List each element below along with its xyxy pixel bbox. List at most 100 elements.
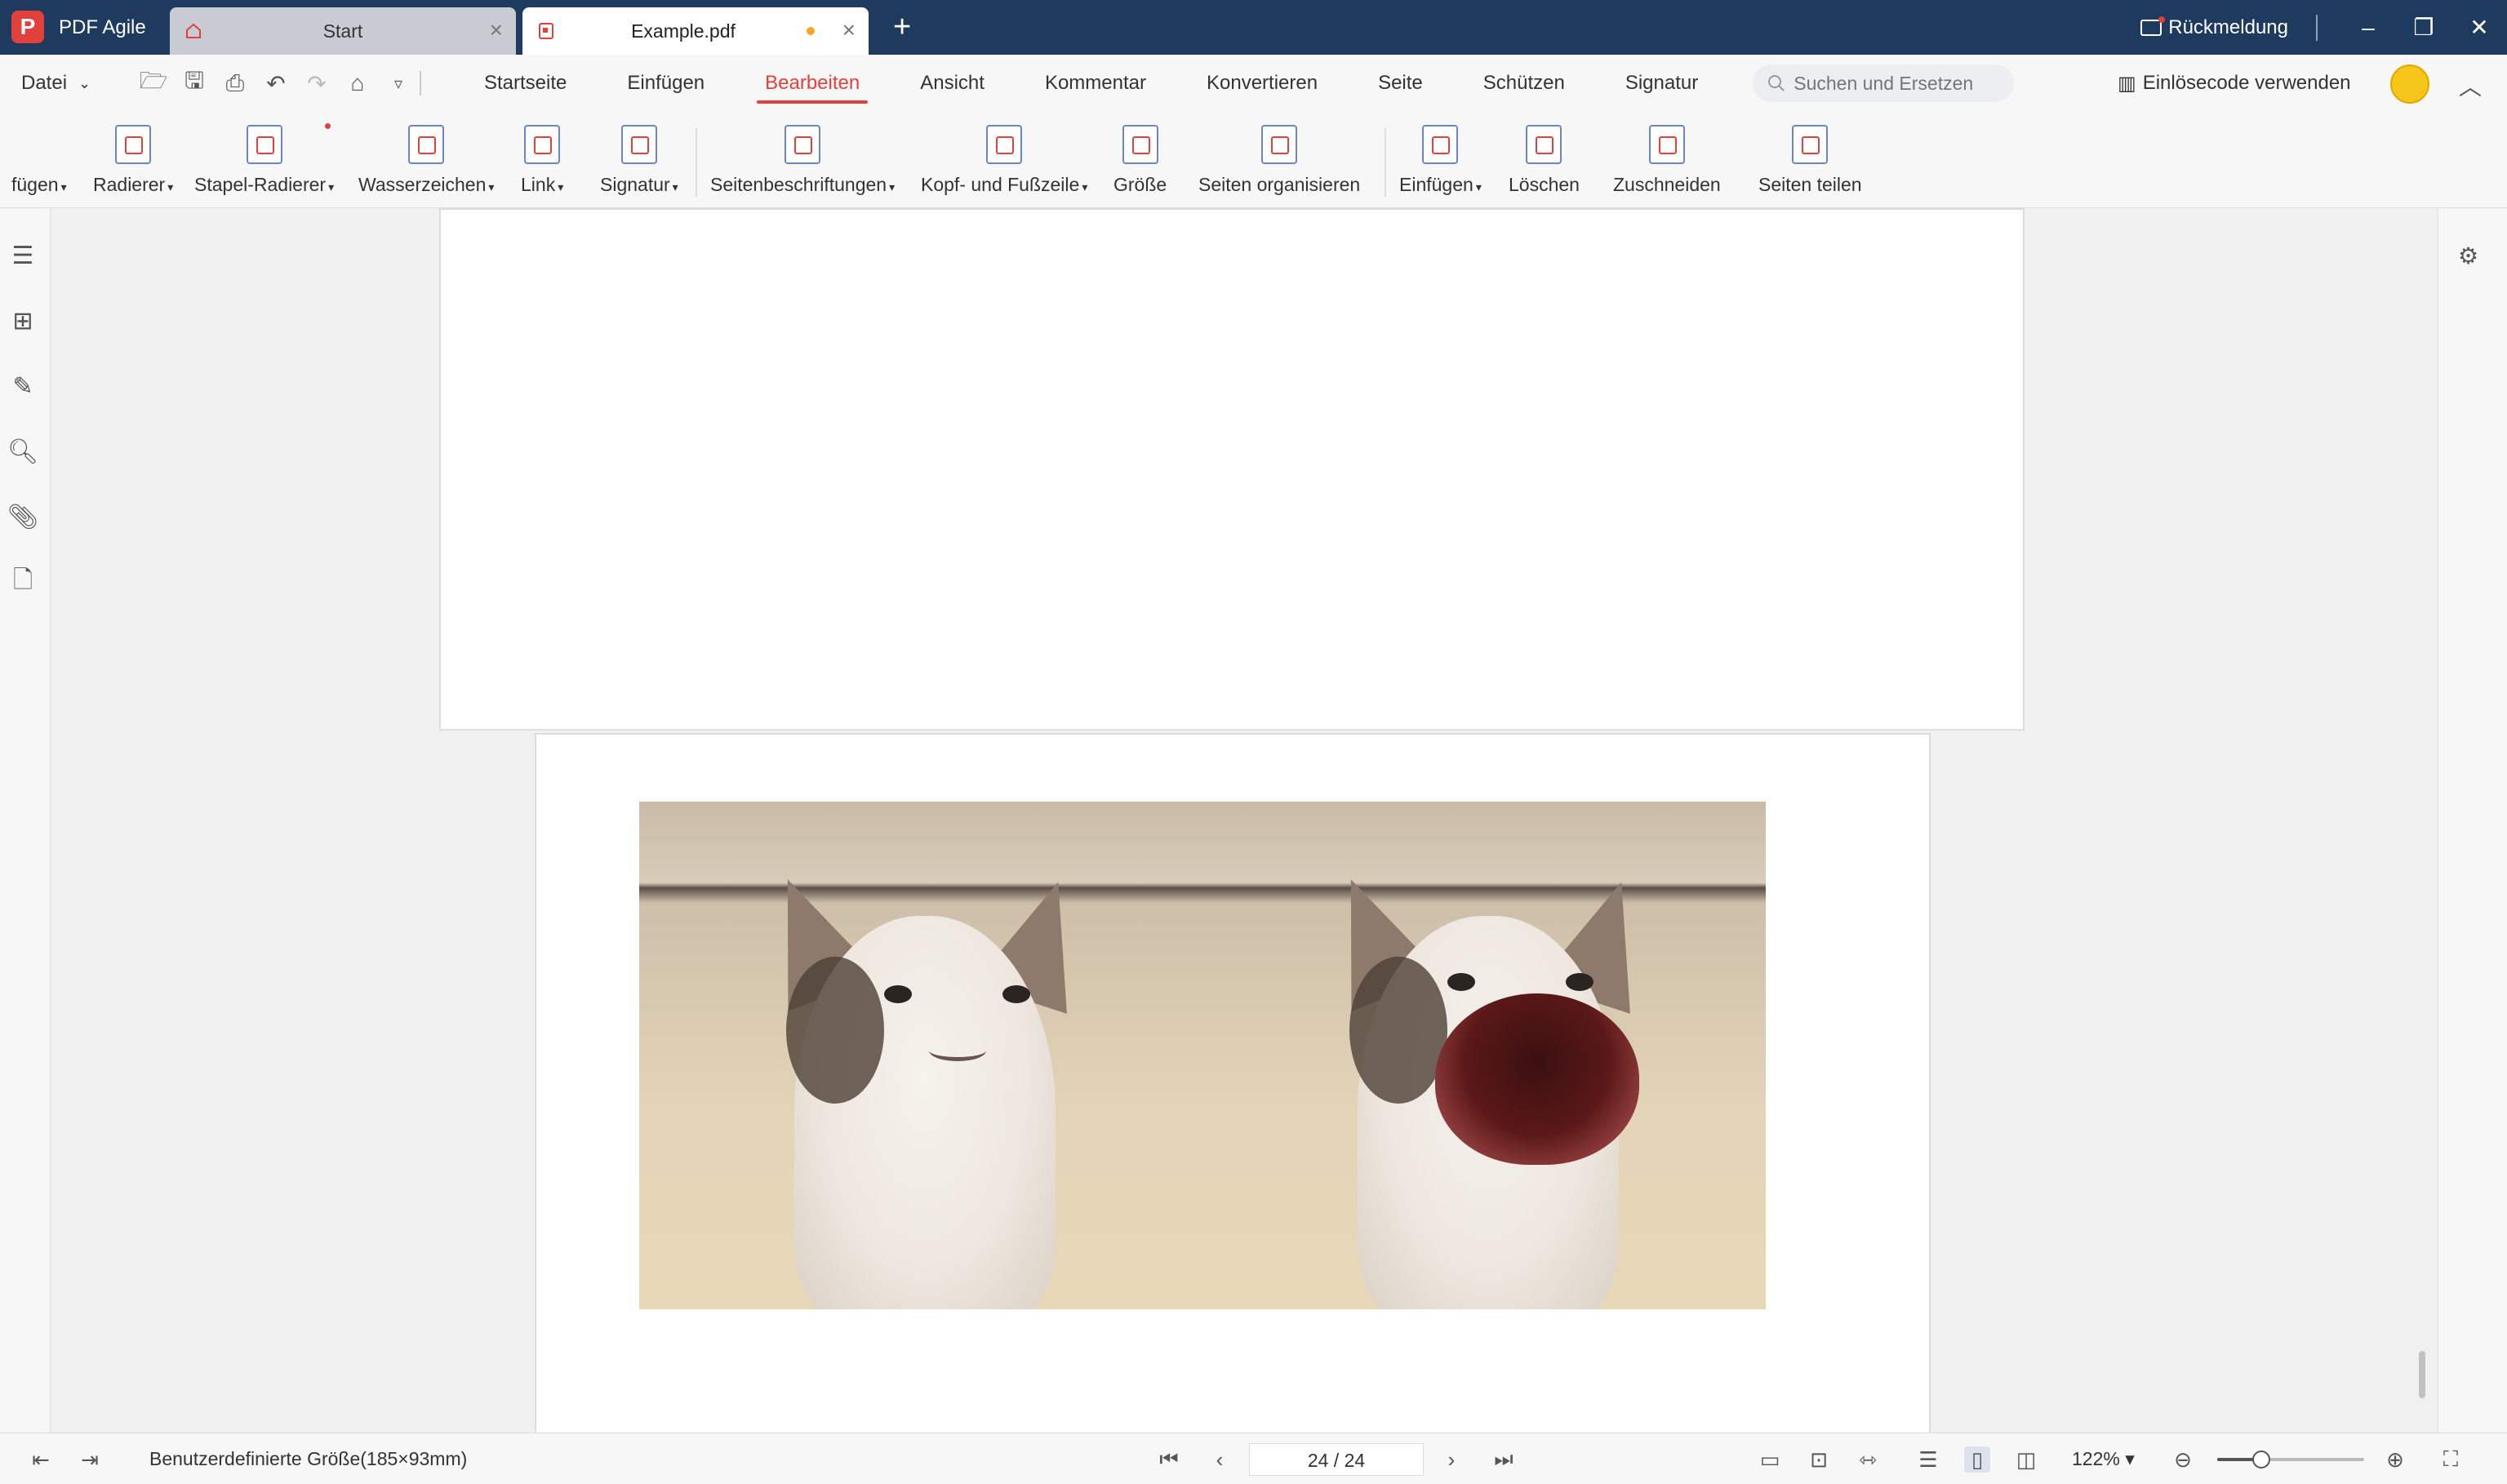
ribbon-signatur[interactable]: Signatur ▾ xyxy=(600,112,678,208)
split-pages-icon xyxy=(1792,125,1829,164)
tab-start[interactable]: Start × xyxy=(170,7,516,55)
first-page-icon[interactable]: ⏮︎ xyxy=(1156,1446,1182,1473)
caret-down-icon: ▾ xyxy=(60,180,67,193)
single-page-view-icon[interactable]: ▯ xyxy=(1964,1446,1990,1473)
page-size-icon xyxy=(1122,125,1158,164)
app-logo-icon: P xyxy=(11,11,44,43)
thumbnails-icon[interactable]: ⊞ xyxy=(8,306,38,335)
signature-pen-icon[interactable]: ✎ xyxy=(8,371,38,401)
search-icon[interactable]: 🔍︎ xyxy=(7,437,38,466)
ribbon-label: Radierer xyxy=(93,174,166,195)
customize-icon[interactable]: ▿ xyxy=(385,70,411,96)
zoom-out-icon[interactable]: ⊖ xyxy=(2170,1446,2196,1473)
open-folder-icon[interactable]: 🗁 xyxy=(140,68,168,96)
zoom-in-icon[interactable]: ⊕ xyxy=(2382,1446,2408,1473)
page-history-icon[interactable]: 🗋 xyxy=(8,566,38,597)
ribbon-label: Größe xyxy=(1113,174,1167,195)
ribbon-link[interactable]: Link ▾ xyxy=(521,112,563,208)
save-icon[interactable]: 🖫 xyxy=(181,68,207,96)
ribbon-seitenbeschriftungen[interactable]: Seitenbeschriftungen ▾ xyxy=(710,112,895,208)
left-sidebar: ☰ ⊞ ✎ 🔍︎ 📎︎ 🗋 xyxy=(0,208,51,1433)
tab-label: Start xyxy=(322,20,363,42)
zoom-level[interactable]: 122% ▾ xyxy=(2072,1448,2135,1470)
menu-startseite[interactable]: Startseite xyxy=(484,55,567,112)
eraser-icon xyxy=(115,125,152,164)
zoom-slider[interactable] xyxy=(2217,1451,2364,1468)
menu-konvertieren[interactable]: Konvertieren xyxy=(1207,55,1318,112)
ribbon-zuschneiden[interactable]: Zuschneiden xyxy=(1613,112,1721,208)
page-number-input[interactable]: 24 / 24 xyxy=(1249,1443,1424,1476)
home-icon[interactable]: ⌂ xyxy=(344,70,371,96)
status-bar: ⇤ ⇥ Benutzerdefinierte Größe(185×93mm) ⏮… xyxy=(0,1433,2507,1484)
page-labels-icon xyxy=(785,125,821,164)
close-window-button[interactable]: ✕ xyxy=(2451,14,2507,41)
menu-kommentar[interactable]: Kommentar xyxy=(1045,55,1146,112)
ribbon-fuegen[interactable]: fügen ▾ xyxy=(11,112,67,208)
undo-icon[interactable]: ↶ xyxy=(263,70,289,96)
fullscreen-icon[interactable]: ⛶ xyxy=(2438,1446,2464,1473)
ribbon-wasserzeichen[interactable]: Wasserzeichen ▾ xyxy=(358,112,494,208)
header-footer-icon xyxy=(986,125,1023,164)
caret-down-icon: ▾ xyxy=(672,180,678,193)
menu-seite[interactable]: Seite xyxy=(1378,55,1423,112)
ribbon-seiten-organisieren[interactable]: Seiten organisieren xyxy=(1198,112,1360,208)
menu-signatur[interactable]: Signatur xyxy=(1625,55,1698,112)
print-icon[interactable]: ⎙ xyxy=(222,70,248,96)
redeem-code-button[interactable]: ▥ Einlösecode verwenden xyxy=(2118,55,2351,112)
last-page-icon[interactable]: ⏭︎ xyxy=(1491,1446,1517,1473)
search-input[interactable] xyxy=(1794,72,2007,95)
tab-example-pdf[interactable]: Example.pdf × xyxy=(522,7,869,55)
menu-ansicht[interactable]: Ansicht xyxy=(920,55,985,112)
page-size-label: Benutzerdefinierte Größe(185×93mm) xyxy=(149,1448,468,1469)
ribbon-radierer[interactable]: Radierer ▾ xyxy=(93,112,173,208)
zoom-value: 122% xyxy=(2072,1448,2120,1469)
file-menu[interactable]: Datei ⌄ xyxy=(21,72,111,95)
vertical-scrollbar[interactable] xyxy=(2419,1351,2425,1398)
previous-page-icon[interactable]: ‹ xyxy=(1207,1446,1233,1473)
redo-icon[interactable]: ↷ xyxy=(304,70,330,96)
ribbon-label: Zuschneiden xyxy=(1613,174,1721,195)
restore-button[interactable]: ❐ xyxy=(2396,14,2451,41)
ribbon-label: Seiten organisieren xyxy=(1198,174,1361,195)
search-box[interactable] xyxy=(1753,64,2015,102)
actual-size-icon[interactable]: ▭ xyxy=(1757,1446,1783,1473)
caret-down-icon: ▾ xyxy=(889,180,896,193)
two-page-view-icon[interactable]: ◫ xyxy=(2013,1446,2039,1473)
menu-bearbeiten[interactable]: Bearbeiten xyxy=(757,55,869,112)
zoom-slider-handle[interactable] xyxy=(2252,1451,2270,1468)
ribbon-loeschen[interactable]: Löschen xyxy=(1509,112,1580,208)
link-icon xyxy=(524,125,561,164)
divider xyxy=(2316,14,2318,41)
attachment-icon[interactable]: 📎︎ xyxy=(7,502,38,531)
ribbon-groesse[interactable]: Größe xyxy=(1113,112,1167,208)
previous-view-icon[interactable]: ⇤ xyxy=(28,1446,54,1473)
menu-icon[interactable]: ☰ xyxy=(8,241,38,270)
menu-einfuegen[interactable]: Einfügen xyxy=(627,55,705,112)
feedback-button[interactable]: Rückmeldung xyxy=(2140,16,2288,39)
cat-image[interactable] xyxy=(639,802,1766,1309)
ribbon-einfuegen[interactable]: Einfügen ▾ xyxy=(1399,112,1482,208)
collapse-ribbon-icon[interactable]: ︿ xyxy=(2459,69,2482,102)
file-menu-label: Datei xyxy=(21,72,68,94)
next-view-icon[interactable]: ⇥ xyxy=(77,1446,103,1473)
fit-width-icon[interactable]: ⇿ xyxy=(1855,1446,1881,1473)
minimize-button[interactable]: – xyxy=(2340,15,2396,41)
next-page-icon[interactable]: › xyxy=(1438,1446,1465,1473)
insert-page-icon xyxy=(1422,125,1459,164)
new-tab-button[interactable]: + xyxy=(893,0,911,55)
avatar[interactable] xyxy=(2390,64,2429,104)
menu-schuetzen[interactable]: Schützen xyxy=(1483,55,1565,112)
fit-page-icon[interactable]: ⊡ xyxy=(1806,1446,1832,1473)
ribbon-stapel-radierer[interactable]: Stapel-Radierer ▾ xyxy=(194,112,334,208)
watermark-icon xyxy=(408,125,445,164)
ribbon-label: Löschen xyxy=(1509,174,1580,195)
ribbon-seiten-teilen[interactable]: Seiten teilen xyxy=(1758,112,1862,208)
ribbon-label: Seitenbeschriftungen xyxy=(710,174,887,195)
properties-icon[interactable]: ⚙︎ xyxy=(2458,242,2478,269)
document-viewport[interactable] xyxy=(51,208,2438,1433)
ribbon-kopf-fusszeile[interactable]: Kopf- und Fußzeile ▾ xyxy=(921,112,1087,208)
continuous-view-icon[interactable]: ☰ xyxy=(1915,1446,1941,1473)
close-icon[interactable]: × xyxy=(842,19,856,42)
ribbon-toolbar: fügen ▾ Radierer ▾ Stapel-Radierer ▾ Wasser… xyxy=(0,112,2507,208)
cat-frame-closed-mouth xyxy=(639,802,1202,1309)
